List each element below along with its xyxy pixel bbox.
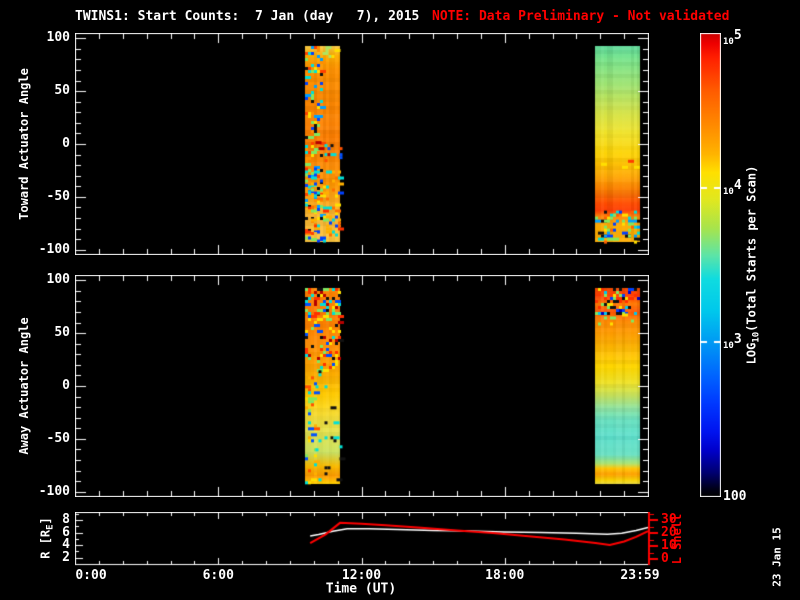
colorbar-tick-exponent: 4 <box>733 177 742 193</box>
time-xtick-label: 18:00 <box>485 568 525 583</box>
colorbar-title-main: LOG <box>744 342 759 365</box>
r-ytick-label: 2 <box>62 549 70 565</box>
colorbar-tick-base: 10 <box>723 341 734 352</box>
colorbar-title-end: (Total Starts per Scan) <box>744 165 759 332</box>
plot-container: TWINS1: Start Counts: 7 Jan (day 7), 201… <box>0 0 800 600</box>
plot-title: TWINS1: Start Counts: 7 Jan (day 7), 201… <box>75 9 420 24</box>
colorbar-tick-exponent: 3 <box>733 332 742 348</box>
away-ytick-label: 50 <box>54 325 70 341</box>
colorbar-tick-base: 10 <box>723 37 734 47</box>
colorbar-tick-label: 100 <box>723 489 747 504</box>
time-xtick-label: 23:59 <box>620 568 660 583</box>
time-xtick-label: 12:00 <box>341 568 382 583</box>
colorbar-tick-label: 104 <box>723 178 742 198</box>
colorbar-tick-exponent: 5 <box>733 28 742 43</box>
toward-ytick-label: 50 <box>54 83 70 99</box>
away-panel-heatmap <box>75 275 649 497</box>
toward-ytick-label: -100 <box>38 241 70 257</box>
toward-ytick-label: -50 <box>46 188 70 204</box>
plot-date-stamp: 23 Jan 15 <box>770 527 784 587</box>
colorbar-title-subscript: 10 <box>751 331 762 343</box>
away-ytick-label: 0 <box>62 378 70 393</box>
time-xtick-label: 6:00 <box>202 568 234 583</box>
toward-ytick-label: 100 <box>46 30 70 46</box>
colorbar-axis-title: LOG10(Total Starts per Scan) <box>745 166 762 365</box>
away-ytick-label: -50 <box>46 430 70 446</box>
toward-ytick-label: 0 <box>62 136 70 151</box>
away-ytick-label: 100 <box>46 272 70 288</box>
away-ytick-label: -100 <box>38 483 70 499</box>
colorbar-tick-label: 103 <box>723 332 742 352</box>
preliminary-note: NOTE: Data Preliminary - Not validated <box>432 9 730 24</box>
time-axis-title: Time (UT) <box>325 581 397 597</box>
toward-panel-heatmap <box>75 33 649 255</box>
time-xtick-label: 0:00 <box>75 568 107 583</box>
lshell-ytick-label: 0 <box>661 551 669 566</box>
colorbar-tick-base: 10 <box>723 186 734 197</box>
orbit-line-plot <box>75 512 665 568</box>
colorbar-tick-label: 105 <box>723 28 742 48</box>
colorbar-gradient <box>700 33 721 497</box>
